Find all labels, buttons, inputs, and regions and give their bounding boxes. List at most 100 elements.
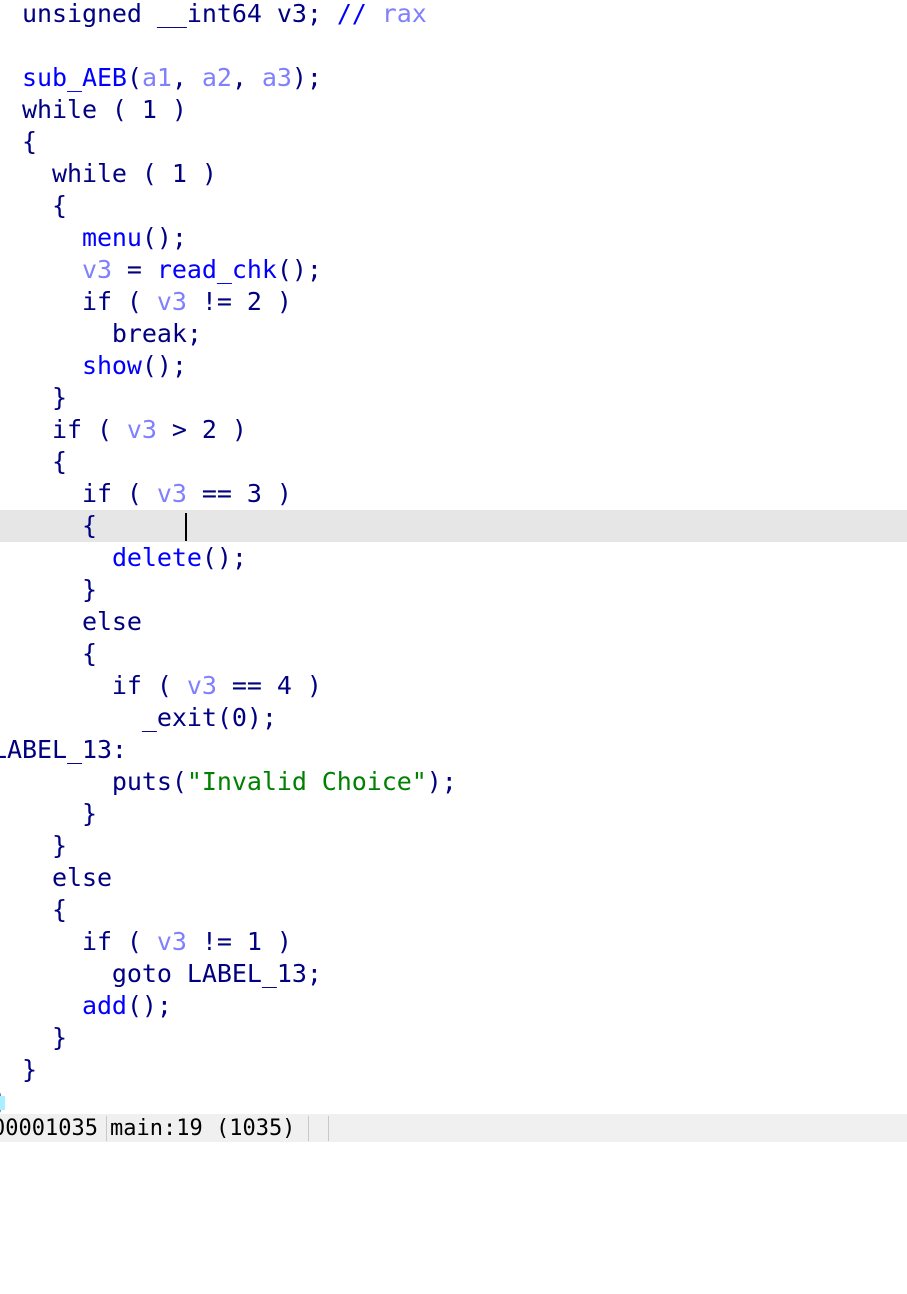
code-line[interactable]: v3 = read_chk();	[0, 254, 907, 286]
code-token-txt: if (	[0, 415, 127, 444]
code-token-var: a3	[261, 63, 292, 92]
code-line[interactable]: break;	[0, 318, 907, 350]
code-token-fn: add	[81, 991, 127, 1020]
code-token-var: v3	[156, 287, 187, 316]
code-token-var: v3	[81, 255, 112, 284]
line-marker	[0, 1096, 5, 1110]
code-line[interactable]: add();	[0, 990, 907, 1022]
code-token-txt: {	[21, 127, 37, 156]
code-token-var: v3	[156, 927, 187, 956]
status-bar: 00001035 main:19 (1035)	[0, 1114, 907, 1142]
code-token-txt: unsigned __int64 v3;	[0, 0, 337, 28]
code-line[interactable]: }	[0, 830, 907, 862]
code-token-txt: _exit(0);	[0, 703, 277, 732]
code-line[interactable]: }	[0, 1054, 907, 1086]
code-line[interactable]: if ( v3 > 2 )	[0, 414, 907, 446]
code-token-cmtv: rax	[381, 0, 427, 28]
code-token-txt: else	[0, 863, 112, 892]
code-line[interactable]: if ( v3 == 4 )	[0, 670, 907, 702]
code-token-txt: }	[21, 1055, 37, 1084]
code-token-txt: );	[426, 767, 457, 796]
code-line[interactable]	[0, 30, 907, 62]
code-line[interactable]: }	[0, 382, 907, 414]
code-token-fn: delete	[111, 543, 202, 572]
code-token-txt: != 1 )	[186, 927, 292, 956]
code-line[interactable]: if ( v3 == 3 )	[0, 478, 907, 510]
code-line[interactable]: }	[0, 1022, 907, 1054]
code-token-fn: show	[81, 351, 142, 380]
code-line[interactable]: puts("Invalid Choice");	[0, 766, 907, 798]
code-token-cmt: //	[336, 0, 382, 28]
code-line[interactable]: goto LABEL_13;	[0, 958, 907, 990]
code-line[interactable]: menu();	[0, 222, 907, 254]
code-line[interactable]: _exit(0);	[0, 702, 907, 734]
code-line[interactable]: {	[0, 126, 907, 158]
code-token-txt: ();	[141, 223, 187, 252]
code-token-txt: ();	[201, 543, 247, 572]
code-token-txt: LABEL_13:	[0, 735, 127, 764]
code-line[interactable]: {	[0, 190, 907, 222]
code-token-var: v3	[186, 671, 217, 700]
code-token-txt: while ( 1 )	[0, 159, 217, 188]
code-token-txt: );	[291, 63, 322, 92]
status-location: main:19 (1035)	[110, 1116, 296, 1141]
pseudocode-view[interactable]: unsigned __int64 v3; // rax sub_AEB(a1, …	[0, 0, 907, 1118]
code-token-txt: puts(	[0, 767, 187, 796]
code-line[interactable]: while ( 1 )	[0, 94, 907, 126]
code-line[interactable]: }	[0, 798, 907, 830]
code-token-txt: {	[0, 511, 97, 540]
code-line[interactable]: while ( 1 )	[0, 158, 907, 190]
code-token-txt: }	[51, 383, 67, 412]
code-token-txt: > 2 )	[156, 415, 247, 444]
code-line[interactable]: }	[0, 574, 907, 606]
code-token-txt: ();	[141, 351, 187, 380]
code-token-txt: == 4 )	[216, 671, 322, 700]
code-token-txt: == 3 )	[186, 479, 292, 508]
code-token-txt: while ( 1 )	[0, 95, 187, 124]
code-token-var: v3	[156, 479, 187, 508]
code-token-txt: if (	[0, 927, 157, 956]
code-line[interactable]: sub_AEB(a1, a2, a3);	[0, 62, 907, 94]
code-token-txt: }	[51, 831, 67, 860]
code-token-txt: else	[0, 607, 142, 636]
code-line[interactable]: else	[0, 606, 907, 638]
code-token-txt: if (	[0, 479, 157, 508]
code-token-txt: ();	[126, 991, 172, 1020]
code-token-txt: =	[111, 255, 157, 284]
code-token-txt: break;	[0, 319, 202, 348]
code-token-txt: {	[51, 447, 67, 476]
code-line[interactable]: {	[0, 638, 907, 670]
code-line[interactable]: LABEL_13:	[0, 734, 907, 766]
code-line[interactable]: else	[0, 862, 907, 894]
code-token-txt: {	[0, 639, 97, 668]
code-token-txt: {	[51, 895, 67, 924]
code-line[interactable]: delete();	[0, 542, 907, 574]
code-line[interactable]: {	[0, 446, 907, 478]
status-divider	[328, 1116, 329, 1141]
status-address: 00001035	[0, 1116, 98, 1141]
code-token-txt: ,	[171, 63, 202, 92]
code-token-txt: != 2 )	[186, 287, 292, 316]
code-line[interactable]: {	[0, 510, 907, 542]
code-line[interactable]: unsigned __int64 v3; // rax	[0, 0, 907, 30]
code-line[interactable]: show();	[0, 350, 907, 382]
status-divider	[308, 1116, 309, 1141]
code-token-var: a1	[141, 63, 172, 92]
code-token-fn: read_chk	[156, 255, 277, 284]
code-line[interactable]: {	[0, 894, 907, 926]
code-line[interactable]: if ( v3 != 2 )	[0, 286, 907, 318]
code-token-txt: if (	[0, 671, 187, 700]
code-token-txt: }	[0, 799, 97, 828]
code-token-var: v3	[126, 415, 157, 444]
code-token-txt: (	[126, 63, 142, 92]
code-token-txt: }	[0, 575, 97, 604]
code-token-txt: ();	[276, 255, 322, 284]
code-line[interactable]: if ( v3 != 1 )	[0, 926, 907, 958]
code-token-str: "Invalid Choice"	[186, 767, 427, 796]
code-token-txt: ,	[231, 63, 262, 92]
